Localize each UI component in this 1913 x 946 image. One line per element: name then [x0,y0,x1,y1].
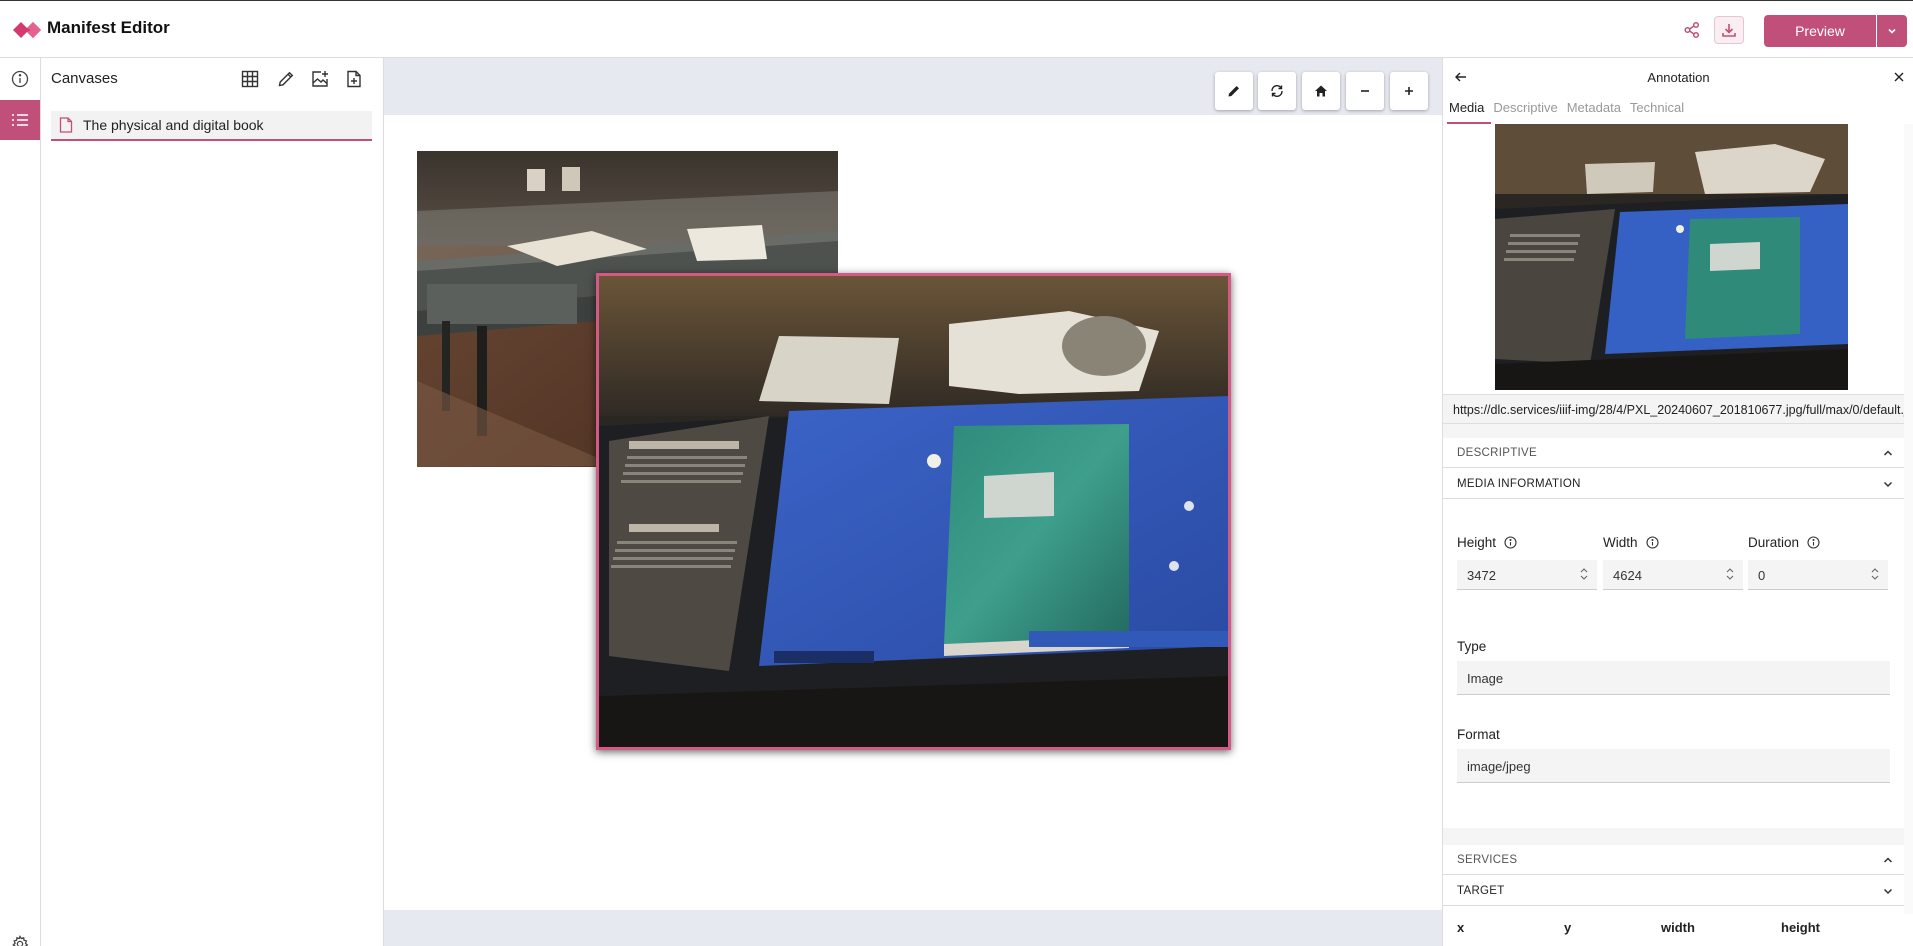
canvas-item-label: The physical and digital book [83,117,264,133]
chevron-down-icon [1888,28,1896,34]
target-width-label: width [1661,920,1695,935]
tab-media[interactable]: Media [1447,100,1492,124]
pencil-icon [1228,86,1239,97]
stepper-icon[interactable] [1579,567,1589,581]
left-rail [0,58,41,946]
chevron-up-icon [1883,856,1893,863]
viewer-footer [384,910,1442,946]
target-y-label: y [1564,920,1572,935]
stepper-icon[interactable] [1725,567,1735,581]
download-icon [1722,24,1736,37]
close-icon [1894,72,1904,82]
duration-input[interactable]: 0 [1748,560,1888,590]
chevron-down-icon [1883,888,1893,894]
panel-divider [1443,828,1904,846]
grid-view-button[interactable] [237,66,263,92]
viewer-edit-button[interactable] [1215,72,1253,110]
duration-label: Duration [1748,535,1820,550]
share-icon [1684,21,1700,39]
info-icon [1645,536,1659,549]
chevron-down-icon [1883,481,1893,487]
type-label: Type [1457,639,1487,654]
app-logo [12,19,42,41]
rotate-button[interactable] [1258,72,1296,110]
rotate-icon [1271,84,1283,98]
document-icon [59,117,73,133]
selected-annotation-image[interactable] [596,273,1231,750]
format-label: Format [1457,727,1500,742]
canvases-title: Canvases [51,70,118,87]
media-information-section-title: MEDIA INFORMATION [1457,477,1581,490]
target-section-title: TARGET [1457,884,1505,897]
info-icon [1807,536,1820,549]
tab-technical[interactable]: Technical [1628,100,1691,124]
plus-icon [1405,87,1413,95]
media-information-section-header[interactable]: MEDIA INFORMATION [1443,469,1904,499]
panel-scrollbar[interactable] [1904,124,1913,914]
add-file-icon [347,70,361,88]
close-button[interactable] [1888,66,1910,88]
minus-icon [1361,90,1369,92]
home-icon [1315,85,1327,97]
descriptive-section-header[interactable]: DESCRIPTIVE [1443,438,1904,468]
annotation-tabs: Media Descriptive Metadata Technical [1447,100,1691,124]
info-icon [1504,536,1517,549]
tab-metadata[interactable]: Metadata [1565,100,1628,124]
canvas-list-item[interactable]: The physical and digital book [51,111,372,141]
services-section-title: SERVICES [1457,853,1518,866]
panel-title: Annotation [1647,70,1710,85]
gear-icon [12,935,29,946]
stepper-icon[interactable] [1870,567,1880,581]
edit-button[interactable] [273,66,299,92]
zoom-out-button[interactable] [1346,72,1384,110]
home-button[interactable] [1302,72,1340,110]
target-section-header[interactable]: TARGET [1443,876,1904,906]
width-input[interactable]: 4624 [1603,560,1743,590]
info-button[interactable] [0,59,40,99]
canvases-panel: Canvases The physical and digital book [41,58,384,946]
media-url-field[interactable]: https://dlc.services/iiif-img/28/4/PXL_2… [1443,394,1904,424]
app-title: Manifest Editor [47,18,170,37]
target-x-label: x [1457,920,1465,935]
preview-menu-button[interactable] [1877,15,1907,47]
width-label: Width [1603,535,1659,550]
pencil-icon [278,71,294,87]
descriptive-section-title: DESCRIPTIVE [1457,446,1537,459]
add-canvas-button[interactable] [341,66,367,92]
format-input[interactable]: image/jpeg [1457,749,1890,783]
preview-button[interactable]: Preview [1764,15,1876,47]
type-input[interactable]: Image [1457,661,1890,695]
target-height-label: height [1781,920,1820,935]
app-header: Manifest Editor Preview [0,0,1913,58]
list-icon [12,114,28,126]
share-button[interactable] [1677,16,1707,44]
annotation-panel: Annotation Media Descriptive Metadata Te… [1442,58,1913,946]
add-image-icon [312,71,328,87]
zoom-in-button[interactable] [1390,72,1428,110]
chevron-up-icon [1883,449,1893,456]
settings-button[interactable] [0,924,40,946]
panel-divider [1443,424,1904,438]
height-label: Height [1457,535,1517,550]
services-section-header[interactable]: SERVICES [1443,845,1904,875]
canvases-header: Canvases [41,58,384,98]
canvas-list-button[interactable] [0,100,40,140]
info-icon [11,70,29,88]
height-input[interactable]: 3472 [1457,560,1597,590]
media-thumbnail [1495,124,1848,390]
tab-descriptive[interactable]: Descriptive [1491,100,1564,124]
grid-icon [241,70,259,88]
canvas-viewer[interactable] [384,58,1442,946]
add-image-button[interactable] [307,66,333,92]
download-button[interactable] [1714,16,1744,44]
